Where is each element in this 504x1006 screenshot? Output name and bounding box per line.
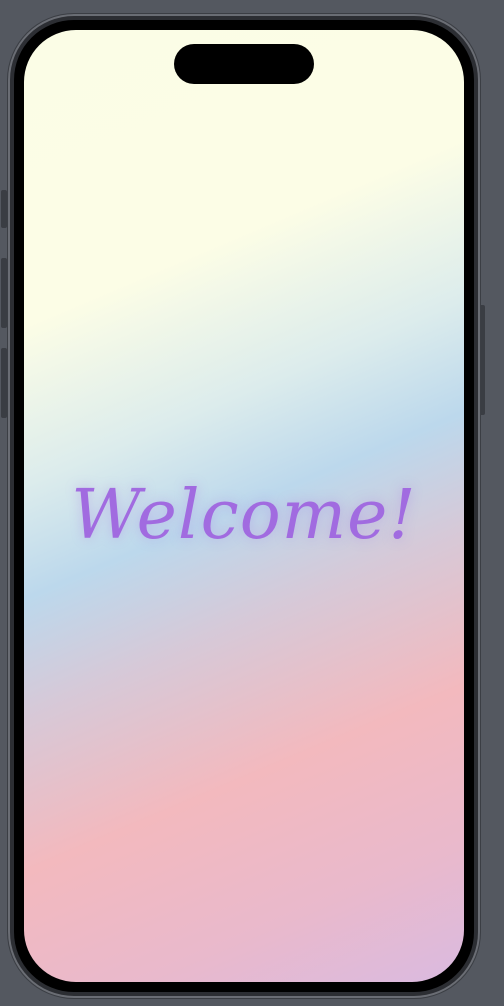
welcome-text: Welcome! — [71, 476, 417, 555]
phone-frame: Welcome! — [8, 14, 480, 998]
dynamic-island — [174, 44, 314, 84]
phone-bezel: Welcome! — [14, 20, 474, 992]
volume-up-button — [1, 258, 7, 328]
app-screen: Welcome! — [24, 30, 464, 982]
action-button — [1, 190, 7, 228]
simulator-stage: Welcome! — [0, 0, 504, 1006]
volume-down-button — [1, 348, 7, 418]
